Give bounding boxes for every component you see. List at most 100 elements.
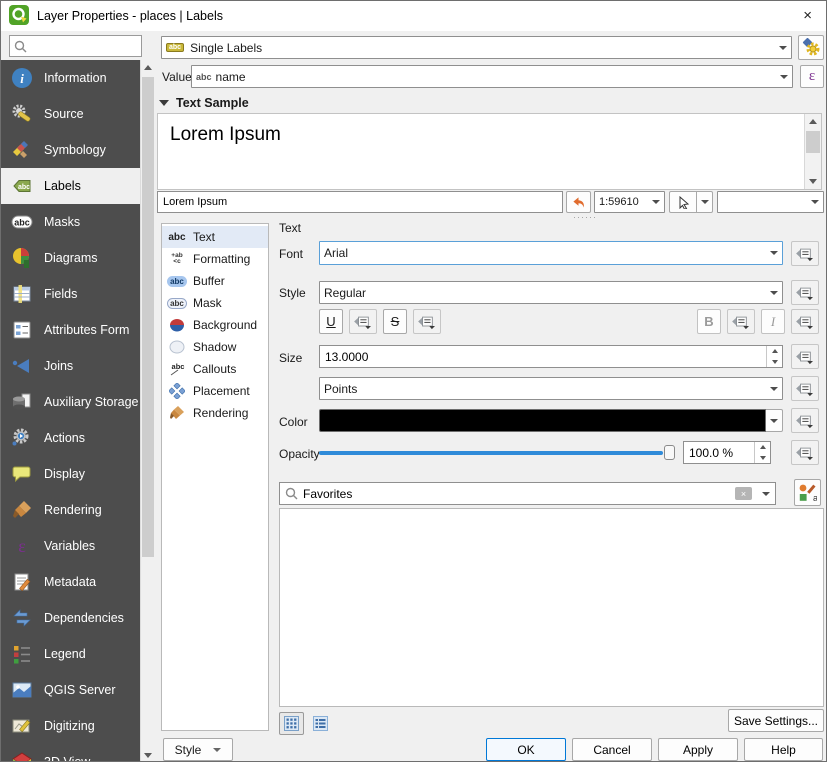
spin-down-icon[interactable] <box>767 357 782 368</box>
close-icon[interactable]: × <box>803 7 812 25</box>
tool-dropdown-button[interactable] <box>697 191 713 213</box>
scroll-up-icon[interactable] <box>809 119 817 124</box>
style-menu-button[interactable]: Style <box>163 738 233 761</box>
tab-rendering[interactable]: Rendering <box>162 402 268 424</box>
tab-formatting[interactable]: +ab<c Formatting <box>162 248 268 270</box>
style-manager-button[interactable]: a <box>794 479 821 506</box>
bold-override-button[interactable] <box>727 309 755 334</box>
text-sample-section-header[interactable]: Text Sample <box>159 96 249 110</box>
strikethrough-override-button[interactable] <box>413 309 441 334</box>
underline-button[interactable]: U <box>319 309 343 334</box>
sidebar-item-attributes-form[interactable]: Attributes Form <box>1 312 140 348</box>
tab-placement[interactable]: Placement <box>162 380 268 402</box>
cancel-button[interactable]: Cancel <box>572 738 652 761</box>
label-mode-select[interactable]: abc Single Labels <box>161 36 792 59</box>
style-filter-input[interactable] <box>303 487 735 501</box>
spin-down-icon[interactable] <box>755 453 770 464</box>
sidebar-item-actions[interactable]: Actions <box>1 420 140 456</box>
sidebar-item-source[interactable]: Source <box>1 96 140 132</box>
color-dropdown-button[interactable] <box>766 409 783 432</box>
map-cursor-tool-button[interactable] <box>669 191 697 213</box>
scroll-up-icon[interactable] <box>144 65 152 70</box>
font-style-select[interactable]: Regular <box>319 281 783 304</box>
sidebar-item-dependencies[interactable]: Dependencies <box>1 600 140 636</box>
sidebar-item-masks[interactable]: abc Masks <box>1 204 140 240</box>
color-override-button[interactable] <box>791 408 819 433</box>
tab-callouts[interactable]: abc Callouts <box>162 358 268 380</box>
help-button[interactable]: Help <box>744 738 823 761</box>
3d-view-icon <box>10 751 34 762</box>
preview-scale-select[interactable]: 1:59610 <box>594 191 665 213</box>
size-spinbox[interactable] <box>319 345 783 368</box>
preview-scrollbar[interactable] <box>804 114 821 189</box>
scrollbar-thumb[interactable] <box>806 131 820 153</box>
sidebar-item-display[interactable]: Display <box>1 456 140 492</box>
sidebar-item-rendering[interactable]: Rendering <box>1 492 140 528</box>
color-widget[interactable] <box>319 409 783 432</box>
font-select[interactable]: Arial <box>319 241 783 265</box>
sidebar-item-labels[interactable]: abc Labels <box>1 168 140 204</box>
clear-search-icon[interactable]: × <box>735 487 752 500</box>
icon-view-button[interactable] <box>279 712 304 735</box>
color-swatch[interactable] <box>319 409 766 432</box>
opacity-input[interactable] <box>684 446 754 460</box>
spin-up-icon[interactable] <box>755 442 770 453</box>
map-scale-tool-split-button[interactable] <box>669 191 713 213</box>
opacity-slider[interactable] <box>319 444 675 462</box>
opacity-override-button[interactable] <box>791 440 819 465</box>
sidebar-item-3d-view[interactable]: 3D View <box>1 744 140 762</box>
sidebar-item-symbology[interactable]: Symbology <box>1 132 140 168</box>
scrollbar-thumb[interactable] <box>142 77 154 557</box>
sidebar-item-variables[interactable]: ε Variables <box>1 528 140 564</box>
italic-override-button[interactable] <box>791 309 819 334</box>
sidebar-item-auxiliary-storage[interactable]: Auxiliary Storage <box>1 384 140 420</box>
style-search-box[interactable]: × <box>279 482 776 505</box>
text-style-gallery[interactable] <box>279 508 824 707</box>
sidebar-item-joins[interactable]: Joins <box>1 348 140 384</box>
labels-icon: abc <box>10 175 34 197</box>
opacity-spinbox[interactable] <box>683 441 771 464</box>
tab-buffer[interactable]: abc Buffer <box>162 270 268 292</box>
save-settings-button[interactable]: Save Settings... <box>728 709 824 732</box>
layer-properties-dialog: Layer Properties - places | Labels × i I… <box>0 0 827 762</box>
slider-handle[interactable] <box>664 445 675 460</box>
sidebar-item-metadata[interactable]: Metadata <box>1 564 140 600</box>
expression-builder-button[interactable]: ε <box>800 65 824 88</box>
scale-value: 1:59610 <box>599 196 648 208</box>
sidebar-item-diagrams[interactable]: Diagrams <box>1 240 140 276</box>
tab-text[interactable]: abc Text <box>162 226 268 248</box>
sidebar-item-legend[interactable]: Legend <box>1 636 140 672</box>
value-field-select[interactable]: abc name <box>191 65 793 88</box>
ok-button[interactable]: OK <box>486 738 566 761</box>
style-data-defined-override-button[interactable] <box>791 280 819 305</box>
strikethrough-button[interactable]: S <box>383 309 407 334</box>
italic-button[interactable]: I <box>761 309 785 334</box>
tab-mask[interactable]: abc Mask <box>162 292 268 314</box>
sidebar-item-information[interactable]: i Information <box>1 60 140 96</box>
size-input[interactable] <box>320 350 766 364</box>
sidebar-item-digitizing[interactable]: Digitizing <box>1 708 140 744</box>
sample-background-select[interactable] <box>717 191 824 213</box>
underline-override-button[interactable] <box>349 309 377 334</box>
chevron-down-icon[interactable] <box>762 492 770 496</box>
sidebar-search-input[interactable] <box>31 39 137 53</box>
tab-background[interactable]: Background <box>162 314 268 336</box>
sample-text-input[interactable] <box>163 196 557 208</box>
list-view-button[interactable] <box>308 712 333 735</box>
scroll-down-icon[interactable] <box>144 753 152 758</box>
size-override-button[interactable] <box>791 344 819 369</box>
bold-button[interactable]: B <box>697 309 721 334</box>
splitter-handle[interactable]: ······ <box>573 212 597 222</box>
font-data-defined-override-button[interactable] <box>791 241 819 266</box>
spin-up-icon[interactable] <box>767 346 782 357</box>
reset-sample-button[interactable] <box>566 191 591 213</box>
sidebar-item-fields[interactable]: Fields <box>1 276 140 312</box>
size-units-select[interactable]: Points <box>319 377 783 400</box>
tab-shadow[interactable]: Shadow <box>162 336 268 358</box>
automated-placement-settings-button[interactable] <box>798 35 824 60</box>
apply-button[interactable]: Apply <box>658 738 738 761</box>
sidebar-item-qgis-server[interactable]: QGIS Server <box>1 672 140 708</box>
sidebar-scrollbar[interactable] <box>140 60 155 762</box>
units-override-button[interactable] <box>791 376 819 401</box>
scroll-down-icon[interactable] <box>809 179 817 184</box>
